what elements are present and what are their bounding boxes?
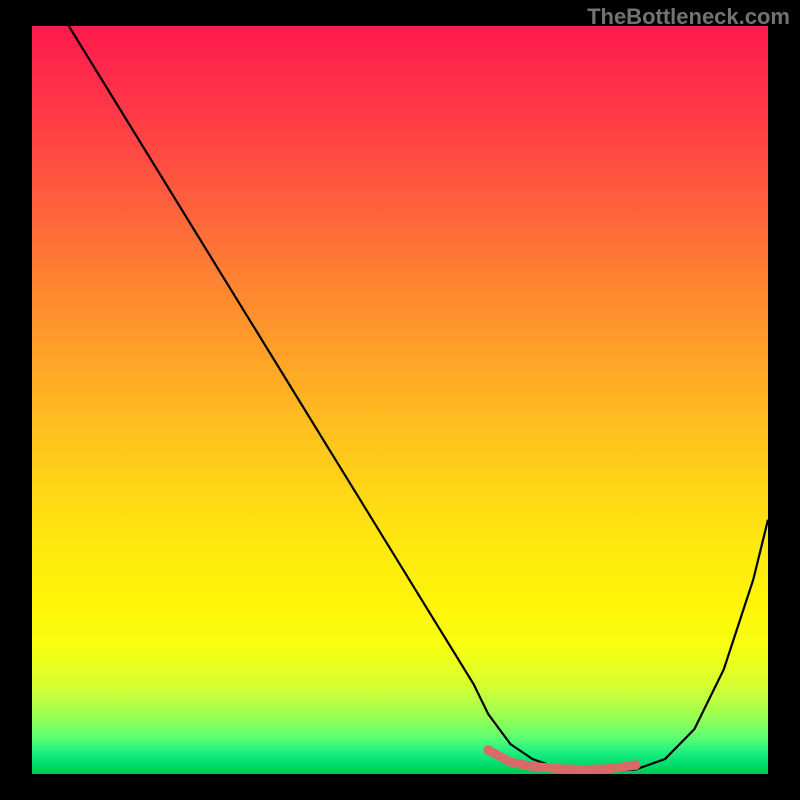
curve-layer: [32, 26, 768, 774]
bottleneck-curve: [69, 26, 768, 771]
highlight-end-dot: [631, 760, 641, 770]
watermark-text: TheBottleneck.com: [587, 4, 790, 30]
chart-plot-area: [32, 26, 768, 774]
optimal-range-highlight: [488, 750, 635, 769]
highlight-start-dot: [483, 745, 493, 755]
